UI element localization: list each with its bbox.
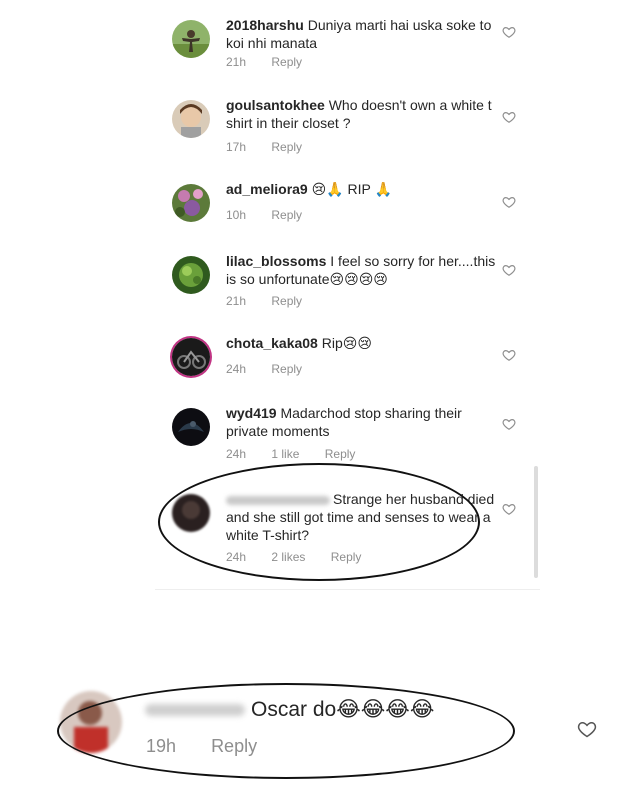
comment-time: 21h <box>226 294 247 308</box>
comment-username[interactable]: 2018harshu <box>226 17 304 33</box>
comment-text-block: wyd419 Madarchod stop sharing their priv… <box>226 404 498 440</box>
comment-username[interactable]: chota_kaka08 <box>226 335 318 351</box>
comment-username[interactable]: lilac_blossoms <box>226 253 326 269</box>
heart-outline-icon[interactable] <box>502 348 516 362</box>
comment-text: Rip😢😢 <box>321 335 372 351</box>
reply-button[interactable]: Reply <box>271 208 302 222</box>
heart-outline-icon[interactable] <box>502 25 516 39</box>
comment-meta: 10h Reply <box>226 208 324 222</box>
likes-count[interactable]: 1 like <box>271 447 299 461</box>
avatar[interactable] <box>172 100 210 138</box>
comment-username[interactable]: goulsantokhee <box>226 97 325 113</box>
reply-button[interactable]: Reply <box>271 294 302 308</box>
avatar[interactable] <box>172 408 210 446</box>
comment-time: 21h <box>226 55 247 69</box>
avatar[interactable] <box>172 338 210 376</box>
divider <box>155 589 540 590</box>
reply-button[interactable]: Reply <box>325 447 356 461</box>
heart-outline-icon[interactable] <box>502 195 516 209</box>
heart-outline-icon[interactable] <box>502 110 516 124</box>
comment-time: 17h <box>226 140 247 154</box>
comment-text-block: lilac_blossoms I feel so sorry for her..… <box>226 252 498 288</box>
comment-meta: 24h 1 like Reply <box>226 447 377 461</box>
comment-username[interactable]: ad_meliora9 <box>226 181 308 197</box>
heart-outline-icon[interactable] <box>502 263 516 277</box>
comment-meta: 21h Reply <box>226 294 324 308</box>
reply-button[interactable]: Reply <box>271 362 302 376</box>
comment-meta: 17h Reply <box>226 140 324 154</box>
heart-outline-icon[interactable] <box>577 719 597 739</box>
comment-text-block: ad_meliora9 😢🙏 RIP 🙏 <box>226 180 498 198</box>
comment-text-block: chota_kaka08 Rip😢😢 <box>226 334 498 352</box>
zoomed-comment: Oscar do😂😂😂😂 19h Reply <box>0 660 638 793</box>
comment-text-block: 2018harshu Duniya marti hai uska soke to… <box>226 16 498 52</box>
reply-button[interactable]: Reply <box>271 55 302 69</box>
avatar[interactable] <box>172 20 210 58</box>
highlight-ellipse <box>158 463 480 581</box>
comment-meta: 21h Reply <box>226 55 324 69</box>
heart-outline-icon[interactable] <box>502 417 516 431</box>
reply-button[interactable]: Reply <box>271 140 302 154</box>
avatar[interactable] <box>172 256 210 294</box>
comment-time: 24h <box>226 447 247 461</box>
comment-username[interactable]: wyd419 <box>226 405 277 421</box>
scrollbar[interactable] <box>534 466 538 578</box>
comment-meta: 24h Reply <box>226 362 324 376</box>
comment-time: 10h <box>226 208 247 222</box>
comment-text-block: goulsantokhee Who doesn't own a white t … <box>226 96 498 132</box>
heart-outline-icon[interactable] <box>502 502 516 516</box>
comment-text: 😢🙏 RIP 🙏 <box>311 181 392 197</box>
avatar[interactable] <box>172 184 210 222</box>
comment-time: 24h <box>226 362 247 376</box>
highlight-ellipse <box>57 683 515 779</box>
